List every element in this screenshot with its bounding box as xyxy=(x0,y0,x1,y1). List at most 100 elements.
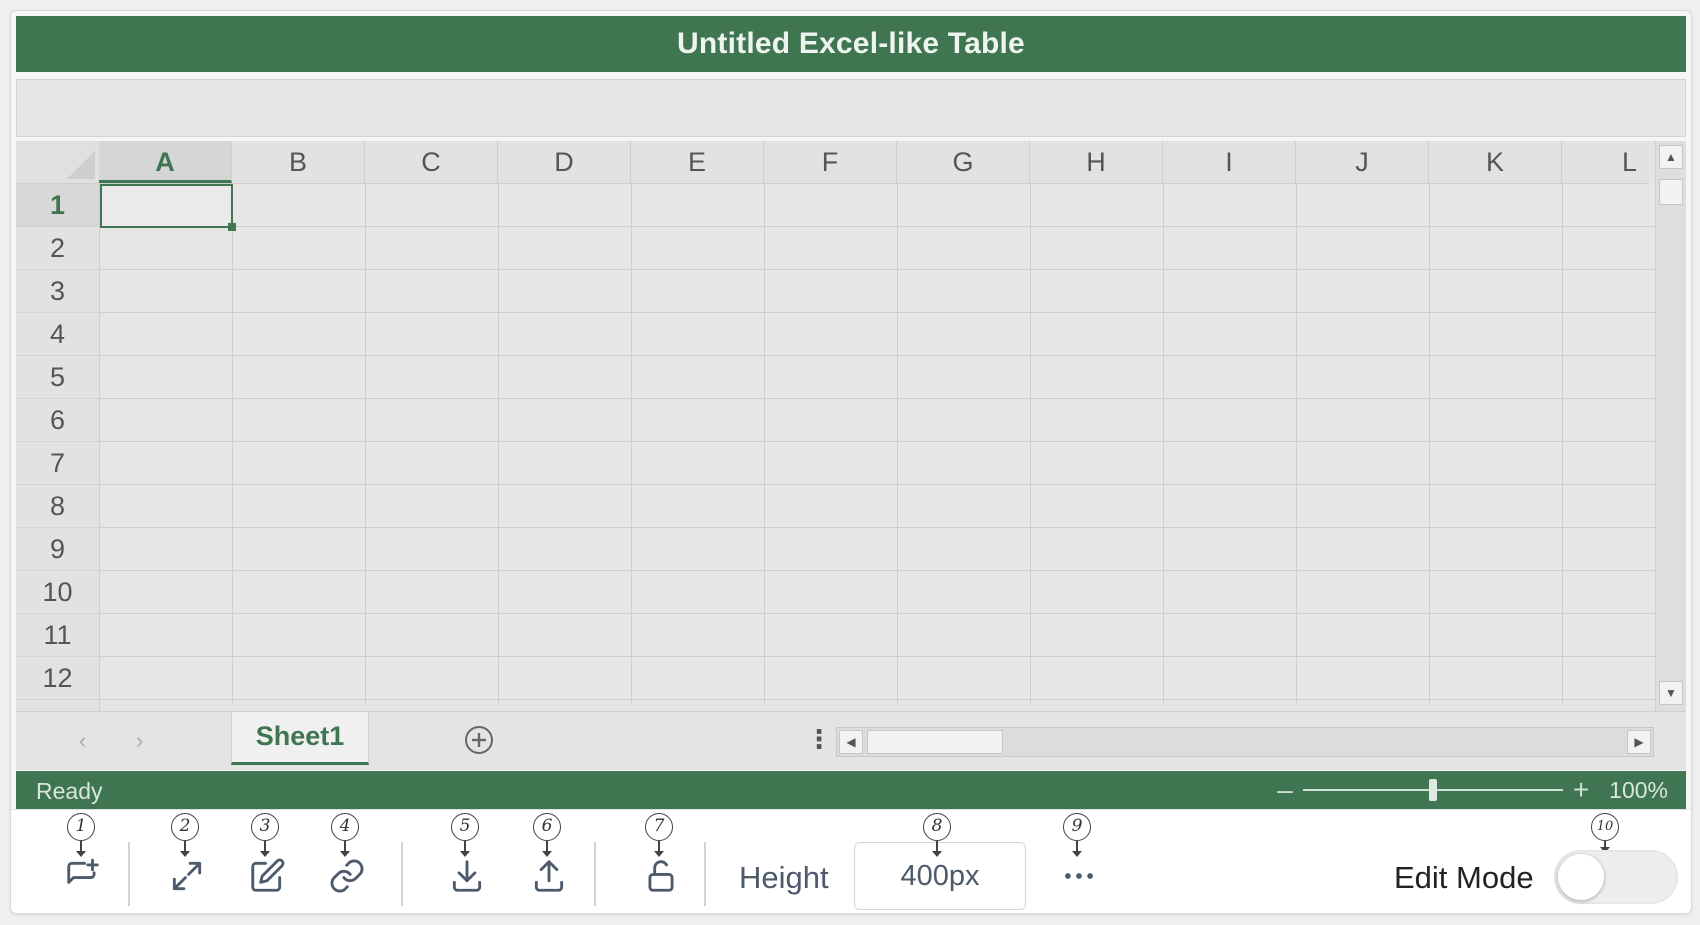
sheet-tab-bar: ‹ › Sheet1 ⋮ ◀ ▶ xyxy=(16,711,1686,770)
column-header-a[interactable]: A xyxy=(99,141,232,183)
callout-badge-3: 3 xyxy=(251,813,279,841)
row-header-10[interactable]: 10 xyxy=(16,571,99,614)
window-title: Untitled Excel-like Table xyxy=(16,16,1686,72)
zoom-level: 100% xyxy=(1609,776,1668,803)
column-header-h[interactable]: H xyxy=(1030,141,1163,183)
formula-bar[interactable] xyxy=(16,79,1686,137)
zoom-in-icon[interactable]: + xyxy=(1573,776,1589,804)
scroll-down-icon[interactable]: ▼ xyxy=(1659,681,1683,705)
add-sheet-icon[interactable] xyxy=(464,725,494,755)
row-header-12[interactable]: 12 xyxy=(16,657,99,700)
unlock-icon xyxy=(648,860,674,892)
edit-button[interactable]: 3 xyxy=(236,810,296,913)
callout-pointer xyxy=(655,841,663,857)
cell-area[interactable] xyxy=(100,184,1655,704)
toolbar-divider xyxy=(594,842,596,906)
row-header-1[interactable]: 1 xyxy=(16,184,99,227)
vertical-scroll-thumb[interactable] xyxy=(1659,179,1683,205)
add-comment-button[interactable]: 1 xyxy=(52,810,112,913)
zoom-slider-handle[interactable] xyxy=(1428,779,1437,801)
scroll-left-icon[interactable]: ◀ xyxy=(839,730,863,754)
link-icon xyxy=(330,859,364,893)
expand-icon xyxy=(172,861,202,891)
callout-badge-5: 5 xyxy=(451,813,479,841)
column-header-b[interactable]: B xyxy=(232,141,365,183)
callout-pointer xyxy=(181,841,189,857)
row-header-4[interactable]: 4 xyxy=(16,313,99,356)
column-header-g[interactable]: G xyxy=(897,141,1030,183)
toolbar-divider xyxy=(401,842,403,906)
callout-badge-7: 7 xyxy=(645,813,673,841)
callout-pointer xyxy=(1601,841,1609,853)
vertical-scrollbar[interactable]: ▲ ▼ xyxy=(1655,141,1686,711)
horizontal-scroll-thumb[interactable] xyxy=(867,730,1003,754)
callout-pointer xyxy=(543,841,551,857)
callout-badge-1: 1 xyxy=(67,813,95,841)
unlock-button[interactable]: 7 xyxy=(630,810,690,913)
edit-mode-toggle[interactable] xyxy=(1554,850,1678,904)
callout-badge-10: 10 xyxy=(1591,813,1619,841)
row-header-3[interactable]: 3 xyxy=(16,270,99,313)
status-bar: Ready – + 100% xyxy=(16,771,1686,809)
sheet-tab-sheet1[interactable]: Sheet1 xyxy=(231,712,369,765)
status-text: Ready xyxy=(36,778,103,804)
select-all-icon xyxy=(67,151,95,179)
edit-icon xyxy=(251,858,285,892)
row-headers: 1 2 3 4 5 6 7 8 9 10 11 12 xyxy=(16,184,100,711)
zoom-control: – + 100% xyxy=(1277,775,1668,805)
column-header-d[interactable]: D xyxy=(498,141,631,183)
more-options-button[interactable]: 9 xyxy=(1048,810,1108,913)
bottom-toolbar: 1 2 3 4 5 6 7 Height 400px 8 9 Edit Mode… xyxy=(11,809,1691,913)
row-header-2[interactable]: 2 xyxy=(16,227,99,270)
app-window: Untitled Excel-like Table A B C D E F G … xyxy=(10,10,1692,914)
callout-badge-2: 2 xyxy=(171,813,199,841)
zoom-slider[interactable] xyxy=(1302,779,1563,801)
callout-badge-9: 9 xyxy=(1063,813,1091,841)
callout-badge-8: 8 xyxy=(923,813,951,841)
download-button[interactable]: 5 xyxy=(436,810,496,913)
edit-mode-callout: 10 xyxy=(1576,810,1636,844)
callout-pointer xyxy=(261,841,269,857)
height-label: Height xyxy=(739,860,829,895)
column-header-e[interactable]: E xyxy=(631,141,764,183)
callout-pointer xyxy=(461,841,469,857)
scroll-right-icon[interactable]: ▶ xyxy=(1627,730,1651,754)
callout-badge-6: 6 xyxy=(533,813,561,841)
column-header-l[interactable]: L xyxy=(1562,141,1649,183)
edit-mode-label: Edit Mode xyxy=(1394,860,1534,895)
column-header-i[interactable]: I xyxy=(1163,141,1296,183)
column-header-k[interactable]: K xyxy=(1429,141,1562,183)
callout-pointer xyxy=(1073,841,1081,857)
select-all-corner[interactable] xyxy=(16,141,100,184)
horizontal-scrollbar[interactable]: ◀ ▶ xyxy=(836,727,1654,757)
toolbar-divider xyxy=(128,842,130,906)
row-header-9[interactable]: 9 xyxy=(16,528,99,571)
sheet-options-icon[interactable]: ⋮ xyxy=(806,724,832,755)
add-comment-icon xyxy=(67,858,99,884)
row-header-5[interactable]: 5 xyxy=(16,356,99,399)
upload-button[interactable]: 6 xyxy=(518,810,578,913)
scroll-up-icon[interactable]: ▲ xyxy=(1659,145,1683,169)
zoom-out-icon[interactable]: – xyxy=(1277,776,1293,804)
selected-cell-a1[interactable] xyxy=(100,184,236,231)
toggle-knob[interactable] xyxy=(1558,854,1604,900)
download-icon xyxy=(452,860,482,892)
expand-button[interactable]: 2 xyxy=(156,810,216,913)
column-header-c[interactable]: C xyxy=(365,141,498,183)
callout-pointer xyxy=(341,841,349,857)
more-icon xyxy=(1065,873,1093,879)
column-header-f[interactable]: F xyxy=(764,141,897,183)
prev-sheet-icon[interactable]: ‹ xyxy=(79,728,86,754)
height-callout: 8 xyxy=(908,810,968,844)
upload-icon xyxy=(534,860,564,892)
row-header-8[interactable]: 8 xyxy=(16,485,99,528)
row-header-11[interactable]: 11 xyxy=(16,614,99,657)
callout-badge-4: 4 xyxy=(331,813,359,841)
link-button[interactable]: 4 xyxy=(316,810,376,913)
column-headers: A B C D E F G H I J K L xyxy=(99,141,1649,184)
row-header-6[interactable]: 6 xyxy=(16,399,99,442)
callout-pointer xyxy=(933,841,941,857)
row-header-7[interactable]: 7 xyxy=(16,442,99,485)
column-header-j[interactable]: J xyxy=(1296,141,1429,183)
next-sheet-icon[interactable]: › xyxy=(136,728,143,754)
